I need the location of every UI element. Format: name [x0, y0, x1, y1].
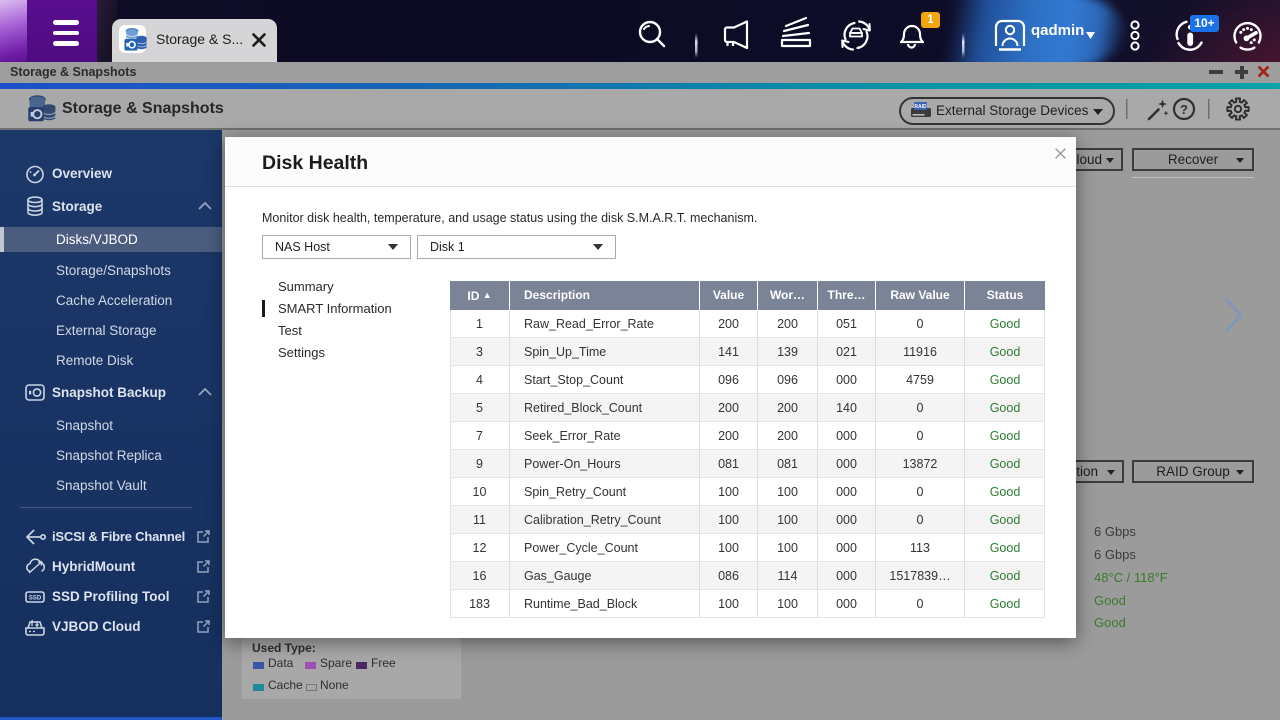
svg-text:?: ?	[1180, 102, 1188, 117]
svg-text:SSD: SSD	[29, 596, 42, 602]
svg-text:RAID: RAID	[914, 104, 927, 110]
